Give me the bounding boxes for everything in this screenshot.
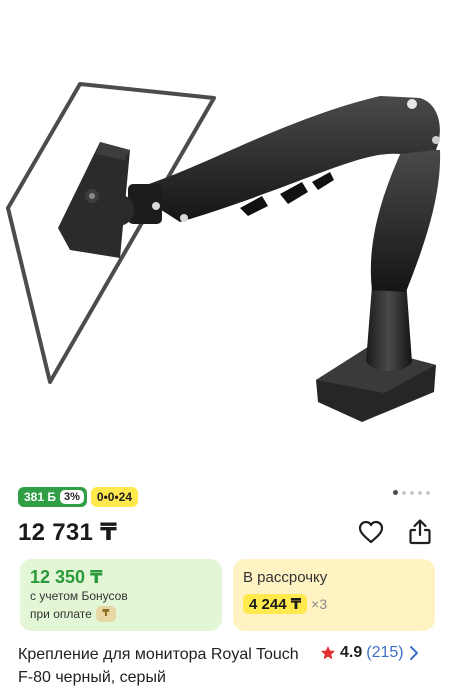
bonus-payment-label: при оплате <box>30 607 92 621</box>
bonus-amount: 381 Б <box>24 490 56 504</box>
installment-title: В рассрочку <box>243 569 328 586</box>
product-title: Крепление для монитора Royal Touch F-80 … <box>18 646 299 686</box>
bonus-price: 12 350 ₸ <box>30 567 103 587</box>
gallery-dot-active[interactable] <box>393 490 398 495</box>
review-count[interactable]: (215) <box>366 643 403 663</box>
favorite-button[interactable] <box>357 518 385 546</box>
bonus-badge: 381 Б 3% <box>18 487 87 507</box>
gallery-dot[interactable] <box>418 490 422 495</box>
heart-icon <box>358 520 384 544</box>
gallery-dot[interactable] <box>402 490 406 495</box>
promo-badges: 381 Б 3% 0•0•24 <box>18 487 138 507</box>
kaspi-coin-icon: ₸ <box>95 606 116 622</box>
installment-badge: 0•0•24 <box>90 487 138 507</box>
bonus-payment-row: при оплате ₸ <box>30 605 212 623</box>
gallery-pagination[interactable] <box>393 490 430 495</box>
installment-card[interactable]: В рассрочку 4 244 ₸ ×3 <box>233 559 435 631</box>
monitor-arm-photo <box>6 82 441 422</box>
rating-link[interactable]: 4.9 (215) <box>320 643 420 663</box>
star-icon <box>321 646 335 660</box>
bonus-price-note: с учетом Бонусов <box>30 589 128 603</box>
rating-value: 4.9 <box>340 644 363 661</box>
chevron-right-icon <box>409 646 418 660</box>
installment-amount: 4 244 ₸ <box>243 594 308 614</box>
product-price: 12 731 ₸ <box>18 519 118 546</box>
gallery-dot[interactable] <box>410 490 414 495</box>
gallery-dot[interactable] <box>426 490 430 495</box>
share-icon <box>409 519 431 545</box>
installment-row: 4 244 ₸ ×3 <box>243 594 425 614</box>
share-button[interactable] <box>406 518 434 546</box>
product-image[interactable] <box>0 0 454 470</box>
bonus-price-card[interactable]: 12 350 ₸ с учетом Бонусов при оплате ₸ <box>20 559 222 631</box>
bonus-percent: 3% <box>59 490 84 504</box>
installment-months: ×3 <box>311 596 328 612</box>
